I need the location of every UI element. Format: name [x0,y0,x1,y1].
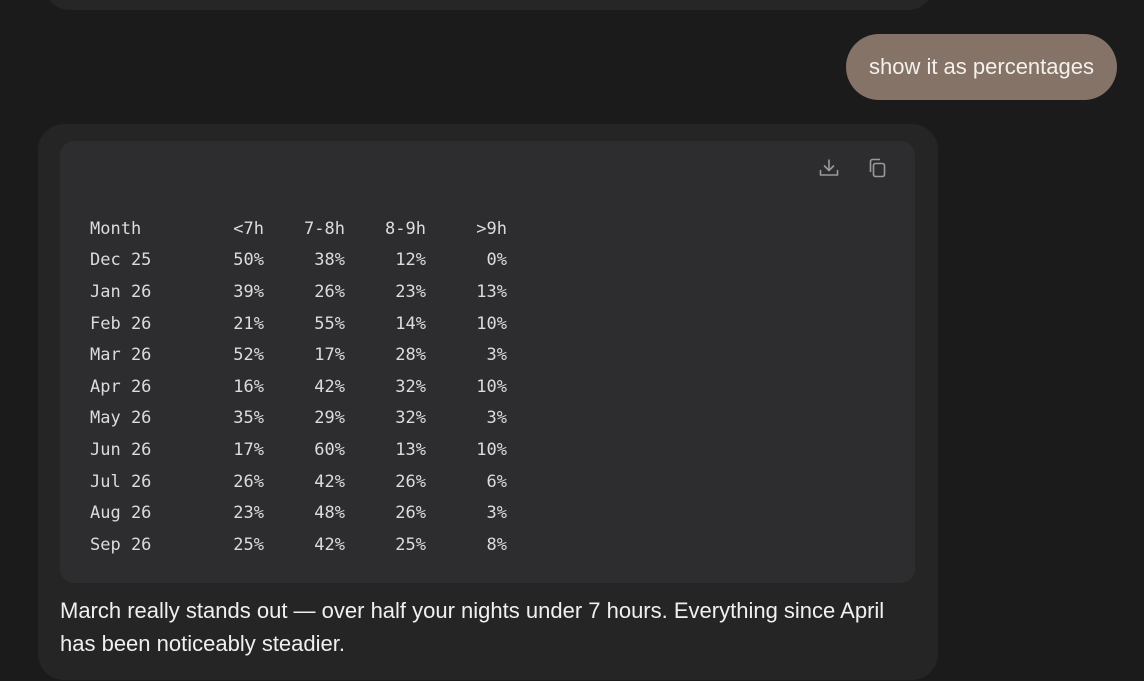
previous-message-bubble [44,0,934,10]
column-header-7-8h: 7-8h [304,218,345,239]
value-cell: 52% [233,345,264,366]
month-cell: Mar 26 [90,345,152,366]
table-row: Apr 26 16% 42% 32% 10% [90,371,507,403]
value-cell: 26% [395,471,426,492]
value-cell: 10% [476,439,507,460]
download-button[interactable] [813,153,845,183]
table-row: Jan 26 39% 26% 23% 13% [90,276,507,308]
value-cell: 17% [233,439,264,460]
user-message-bubble: show it as percentages [845,34,1117,100]
month-cell: Jul 26 [90,471,152,492]
value-cell: 35% [233,408,264,429]
value-cell: 42% [314,471,345,492]
table-row: Aug 26 23% 48% 26% 3% [90,497,507,529]
copy-icon [869,158,886,178]
value-cell: 42% [314,376,345,397]
assistant-message-bubble: Month <7h 7-8h 8-9h >9h Dec 25 50% 38% 1… [38,124,938,680]
value-cell: 29% [314,408,345,429]
column-header-under-7h: <7h [233,218,264,239]
table-row: May 26 35% 29% 32% 3% [90,403,507,435]
table-row: Dec 25 50% 38% 12% 0% [90,245,507,277]
value-cell: 16% [233,376,264,397]
month-cell: Jan 26 [90,281,152,302]
value-cell: 14% [395,313,426,334]
column-header-month: Month [90,218,142,239]
table-header-row: Month <7h 7-8h 8-9h >9h [90,213,507,245]
value-cell: 60% [314,439,345,460]
value-cell: 38% [314,250,345,271]
value-cell: 28% [395,345,426,366]
value-cell: 6% [486,471,507,492]
month-cell: Dec 25 [90,250,152,271]
table-row: Mar 26 52% 17% 28% 3% [90,339,507,371]
value-cell: 55% [314,313,345,334]
value-cell: 39% [233,281,264,302]
value-cell: 42% [314,534,345,555]
assistant-response-text: March really stands out — over half your… [60,598,885,656]
user-message-text: show it as percentages [868,54,1094,79]
column-header-8-9h: 8-9h [385,218,426,239]
value-cell: 26% [395,503,426,524]
value-cell: 12% [395,250,426,271]
value-cell: 26% [233,471,264,492]
month-cell: Aug 26 [90,503,152,524]
value-cell: 32% [395,376,426,397]
table-row: Feb 26 21% 55% 14% 10% [90,308,507,340]
value-cell: 8% [486,534,507,555]
value-cell: 23% [395,281,426,302]
table-row: Jun 26 17% 60% 13% 10% [90,434,507,466]
value-cell: 13% [395,439,426,460]
value-cell: 10% [476,313,507,334]
month-cell: Apr 26 [90,376,152,397]
value-cell: 26% [314,281,345,302]
value-cell: 17% [314,345,345,366]
code-block: Month <7h 7-8h 8-9h >9h Dec 25 50% 38% 1… [60,141,915,583]
table-row: Jul 26 26% 42% 26% 6% [90,466,507,498]
value-cell: 3% [486,408,507,429]
value-cell: 10% [476,376,507,397]
value-cell: 32% [395,408,426,429]
sleep-percentage-table: Month <7h 7-8h 8-9h >9h Dec 25 50% 38% 1… [90,213,507,561]
month-cell: Jun 26 [90,439,152,460]
code-block-actions [813,153,893,183]
value-cell: 48% [314,503,345,524]
column-header-over-9h: >9h [476,218,507,239]
value-cell: 25% [395,534,426,555]
copy-button[interactable] [861,153,893,183]
month-cell: May 26 [90,408,152,429]
download-icon [819,159,839,176]
value-cell: 23% [233,503,264,524]
month-cell: Sep 26 [90,534,152,555]
month-cell: Feb 26 [90,313,152,334]
value-cell: 50% [233,250,264,271]
value-cell: 13% [476,281,507,302]
value-cell: 21% [233,313,264,334]
table-row: Sep 26 25% 42% 25% 8% [90,529,507,561]
value-cell: 0% [486,250,507,271]
value-cell: 3% [486,345,507,366]
value-cell: 3% [486,503,507,524]
value-cell: 25% [233,534,264,555]
